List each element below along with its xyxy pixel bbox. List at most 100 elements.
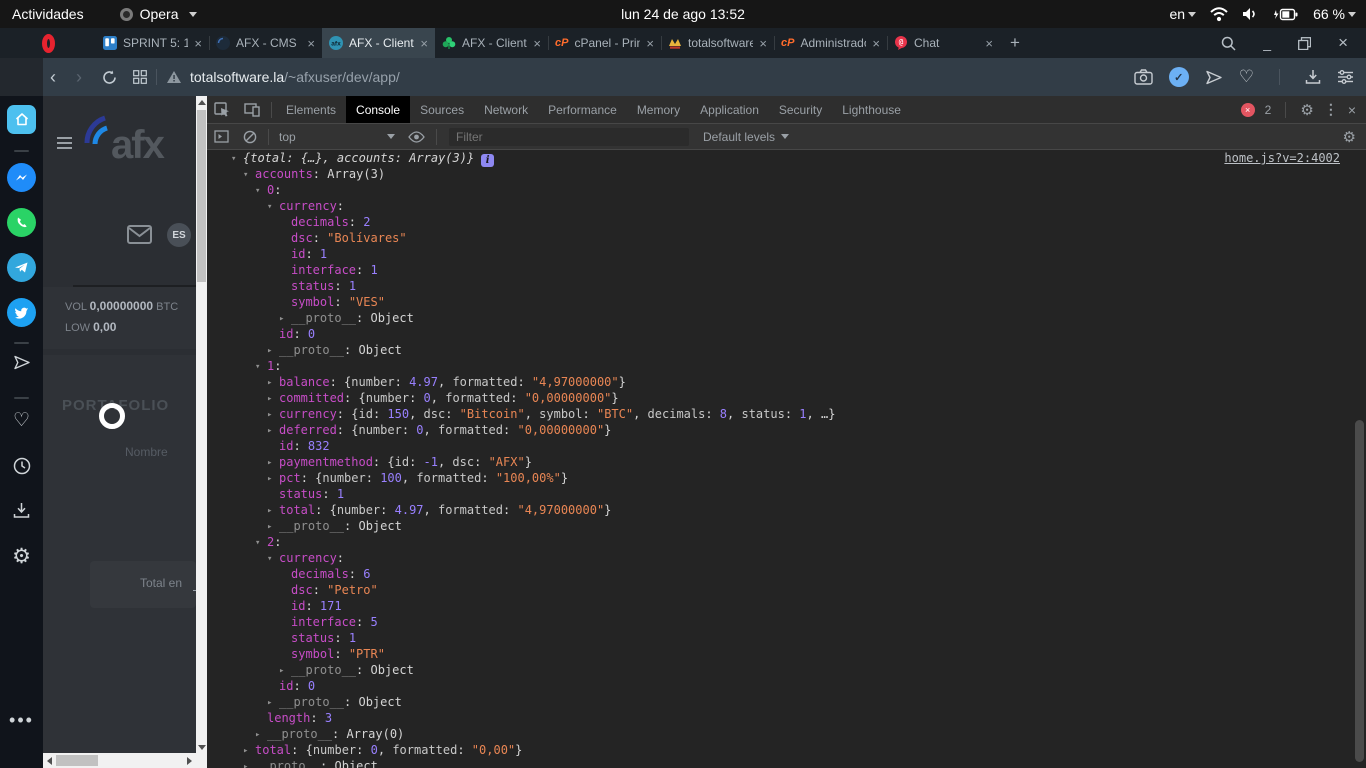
console-row[interactable]: ▾{total: {…}, accounts: Array(3)}ihome.j… bbox=[207, 150, 1366, 166]
console-row[interactable]: ▸total: {number: 0, formatted: "0,00"} bbox=[207, 742, 1366, 758]
bookmark-heart-icon[interactable]: ♡ bbox=[1239, 67, 1254, 87]
adblock-shield-icon[interactable]: ✓ bbox=[1169, 67, 1189, 87]
wifi-icon[interactable] bbox=[1210, 7, 1228, 22]
console-row[interactable]: ▸pct: {number: 100, formatted: "100,00%"… bbox=[207, 470, 1366, 486]
console-row[interactable]: ▸currency: {id: 150, dsc: "Bitcoin", sym… bbox=[207, 406, 1366, 422]
tab-close-icon[interactable]: × bbox=[307, 36, 315, 51]
browser-tab[interactable]: SPRINT 5: 17 A× bbox=[96, 28, 209, 58]
page-vertical-scrollbar[interactable] bbox=[196, 96, 207, 768]
page-menu-button[interactable] bbox=[57, 134, 72, 152]
scrollbar-thumb[interactable] bbox=[197, 110, 206, 282]
expand-arrow-icon[interactable]: ▸ bbox=[267, 375, 279, 391]
sidebar-settings-button[interactable]: ⚙ bbox=[0, 546, 43, 567]
console-row[interactable]: ▸paymentmethod: {id: -1, dsc: "AFX"} bbox=[207, 454, 1366, 470]
expand-arrow-icon[interactable]: ▸ bbox=[267, 471, 279, 487]
collapse-arrow-icon[interactable]: ▾ bbox=[267, 551, 279, 567]
sidebar-flow-button[interactable] bbox=[0, 355, 43, 370]
console-row[interactable]: ▸balance: {number: 4.97, formatted: "4,9… bbox=[207, 374, 1366, 390]
tab-close-icon[interactable]: × bbox=[646, 36, 654, 51]
sidebar-messenger-button[interactable] bbox=[0, 163, 43, 192]
devtools-tab-performance[interactable]: Performance bbox=[538, 96, 627, 123]
sidebar-history-button[interactable] bbox=[0, 457, 43, 475]
close-window-button[interactable]: × bbox=[1338, 33, 1348, 53]
console-row[interactable]: ▸__proto__: Object bbox=[207, 662, 1366, 678]
expand-arrow-icon[interactable]: ▸ bbox=[243, 759, 255, 768]
devtools-settings-gear-icon[interactable]: ⚙ bbox=[1300, 101, 1313, 119]
devtools-tab-console[interactable]: Console bbox=[346, 96, 410, 123]
console-row[interactable]: ▸committed: {number: 0, formatted: "0,00… bbox=[207, 390, 1366, 406]
console-row[interactable]: ▾1: bbox=[207, 358, 1366, 374]
downloads-icon[interactable] bbox=[1305, 69, 1321, 85]
browser-tab[interactable]: totalsoftware× bbox=[661, 28, 774, 58]
scroll-left-arrow-icon[interactable] bbox=[47, 757, 52, 765]
error-count[interactable]: 2 bbox=[1265, 103, 1272, 117]
scroll-down-arrow-icon[interactable] bbox=[198, 745, 206, 750]
scrollbar-thumb[interactable] bbox=[56, 755, 98, 766]
reload-button[interactable] bbox=[102, 70, 117, 85]
collapse-arrow-icon[interactable]: ▾ bbox=[267, 199, 279, 215]
collapse-arrow-icon[interactable]: ▾ bbox=[255, 359, 267, 375]
devtools-kebab-menu-icon[interactable]: ⋮ bbox=[1324, 101, 1338, 118]
tab-close-icon[interactable]: × bbox=[985, 36, 993, 51]
console-row[interactable]: ▾currency: bbox=[207, 198, 1366, 214]
browser-tab[interactable]: cPAdministrado× bbox=[774, 28, 887, 58]
clear-console-icon[interactable] bbox=[236, 130, 264, 144]
devtools-tab-application[interactable]: Application bbox=[690, 96, 769, 123]
devtools-tab-memory[interactable]: Memory bbox=[627, 96, 690, 123]
expand-arrow-icon[interactable]: ▸ bbox=[267, 503, 279, 519]
battery-menu[interactable]: 66 % bbox=[1313, 6, 1356, 22]
tab-close-icon[interactable]: × bbox=[872, 36, 880, 51]
language-badge[interactable]: ES bbox=[167, 223, 191, 247]
page-horizontal-scrollbar[interactable] bbox=[43, 753, 196, 768]
clock[interactable]: lun 24 de ago 13:52 bbox=[0, 6, 1366, 22]
sidebar-bookmarks-button[interactable]: ♡ bbox=[0, 411, 43, 430]
browser-tab[interactable]: afxAFX - Cliente× bbox=[322, 28, 435, 58]
inspect-element-icon[interactable] bbox=[207, 102, 237, 117]
browser-tab[interactable]: @Chat× bbox=[887, 28, 1000, 58]
expand-arrow-icon[interactable]: ▸ bbox=[255, 727, 267, 743]
speed-dial-icon[interactable] bbox=[133, 70, 147, 84]
devtools-close-icon[interactable]: × bbox=[1348, 102, 1356, 118]
back-button[interactable]: ‹ bbox=[50, 68, 56, 86]
tab-close-icon[interactable]: × bbox=[194, 36, 202, 51]
tab-close-icon[interactable]: × bbox=[533, 36, 541, 51]
opera-menu-button[interactable] bbox=[0, 28, 96, 58]
expand-arrow-icon[interactable]: ▸ bbox=[279, 311, 291, 327]
my-flow-icon[interactable] bbox=[1205, 70, 1223, 85]
sidebar-speed-dial-button[interactable] bbox=[0, 105, 43, 134]
console-row[interactable]: ▸__proto__: Object bbox=[207, 310, 1366, 326]
console-row[interactable]: ▾2: bbox=[207, 534, 1366, 550]
console-row[interactable]: ▸__proto__: Array(0) bbox=[207, 726, 1366, 742]
devtools-tab-lighthouse[interactable]: Lighthouse bbox=[832, 96, 911, 123]
expand-arrow-icon[interactable]: ▸ bbox=[267, 407, 279, 423]
keyboard-layout[interactable]: en bbox=[1170, 6, 1197, 22]
console-row[interactable]: ▾currency: bbox=[207, 550, 1366, 566]
error-badge-icon[interactable]: × bbox=[1241, 103, 1255, 117]
expand-arrow-icon[interactable]: ▸ bbox=[243, 743, 255, 759]
new-tab-button[interactable]: + bbox=[1000, 28, 1030, 58]
log-levels-dropdown[interactable]: Default levels bbox=[697, 130, 795, 144]
expand-arrow-icon[interactable]: ▸ bbox=[267, 343, 279, 359]
console-row[interactable]: ▾accounts: Array(3) bbox=[207, 166, 1366, 182]
console-row[interactable]: ▸__proto__: Object bbox=[207, 758, 1366, 768]
sidebar-twitter-button[interactable] bbox=[0, 298, 43, 327]
browser-tab[interactable]: AFX - CMS× bbox=[209, 28, 322, 58]
devtools-tab-sources[interactable]: Sources bbox=[410, 96, 474, 123]
scroll-up-arrow-icon[interactable] bbox=[198, 100, 206, 105]
devtools-tab-network[interactable]: Network bbox=[474, 96, 538, 123]
expand-arrow-icon[interactable]: ▸ bbox=[267, 455, 279, 471]
console-settings-gear-icon[interactable]: ⚙ bbox=[1343, 128, 1366, 146]
minimize-button[interactable]: _ bbox=[1263, 35, 1271, 51]
expand-arrow-icon[interactable]: ▸ bbox=[267, 519, 279, 535]
console-row[interactable]: ▸deferred: {number: 0, formatted: "0,000… bbox=[207, 422, 1366, 438]
console-row[interactable]: ▸__proto__: Object bbox=[207, 518, 1366, 534]
console-row[interactable]: ▸__proto__: Object bbox=[207, 342, 1366, 358]
tab-close-icon[interactable]: × bbox=[420, 36, 428, 51]
battery-icon[interactable] bbox=[1273, 8, 1299, 21]
expand-arrow-icon[interactable]: ▸ bbox=[267, 423, 279, 439]
forward-button[interactable]: › bbox=[76, 68, 82, 86]
live-expression-eye-icon[interactable] bbox=[401, 131, 432, 143]
console-filter-input[interactable] bbox=[449, 128, 689, 146]
snapshot-camera-icon[interactable] bbox=[1134, 69, 1153, 85]
maximize-button[interactable] bbox=[1298, 37, 1311, 50]
